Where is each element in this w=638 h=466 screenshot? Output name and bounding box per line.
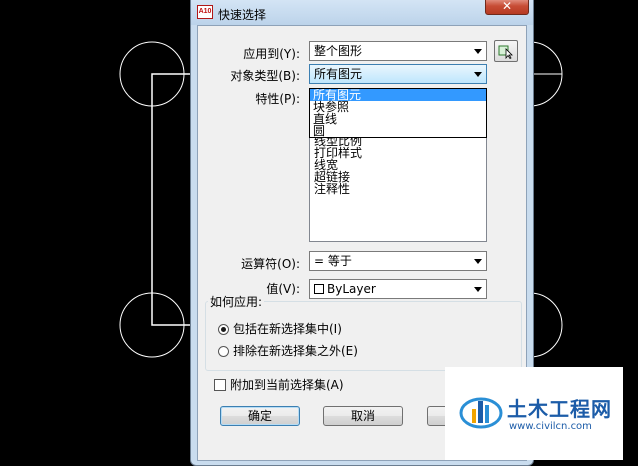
chevron-down-icon bbox=[474, 49, 482, 54]
append-option[interactable]: 附加到当前选择集(A) bbox=[214, 376, 344, 393]
object-type-dropdown-list[interactable]: 所有图元 块参照 直线 圆 bbox=[309, 88, 487, 138]
append-checkbox[interactable] bbox=[214, 379, 226, 391]
object-type-select[interactable]: 所有图元 bbox=[309, 64, 487, 84]
value-select[interactable]: ByLayer bbox=[309, 279, 487, 299]
include-option[interactable]: 包括在新选择集中(I) bbox=[218, 320, 342, 337]
chevron-down-icon bbox=[474, 259, 482, 264]
exclude-label: 排除在新选择集之外(E) bbox=[233, 344, 358, 358]
select-objects-button[interactable] bbox=[494, 40, 518, 62]
dropdown-option[interactable]: 直线 bbox=[310, 113, 486, 125]
color-swatch bbox=[314, 284, 324, 294]
watermark-url: www.civilcn.com bbox=[509, 421, 592, 432]
chevron-down-icon bbox=[474, 287, 482, 292]
operator-select[interactable]: = 等于 bbox=[309, 251, 487, 271]
dialog-title: 快速选择 bbox=[218, 8, 267, 22]
dropdown-option[interactable]: 圆 bbox=[310, 125, 486, 137]
ok-button[interactable]: 确定 bbox=[220, 406, 300, 426]
how-to-apply-title: 如何应用: bbox=[208, 293, 265, 310]
apply-to-select[interactable]: 整个图形 bbox=[309, 41, 487, 61]
exclude-radio[interactable] bbox=[218, 346, 229, 357]
apply-to-label: 应用到(Y): bbox=[243, 47, 300, 61]
civilcn-logo-icon bbox=[459, 397, 503, 429]
object-type-value: 所有图元 bbox=[314, 67, 363, 81]
autocad-app-icon: A10 bbox=[197, 5, 213, 19]
select-objects-icon bbox=[498, 45, 513, 59]
include-label: 包括在新选择集中(I) bbox=[233, 322, 342, 336]
object-type-label: 对象类型(B): bbox=[230, 69, 300, 83]
value-value: ByLayer bbox=[327, 282, 376, 296]
value-label: 值(V): bbox=[266, 282, 300, 296]
cancel-button[interactable]: 取消 bbox=[323, 406, 403, 426]
site-watermark: 土木工程网 www.civilcn.com bbox=[445, 367, 623, 460]
watermark-title: 土木工程网 bbox=[507, 397, 612, 421]
operator-value: = 等于 bbox=[314, 254, 352, 268]
close-button[interactable]: ✕ bbox=[485, 0, 529, 15]
operator-label: 运算符(O): bbox=[241, 257, 300, 271]
append-label: 附加到当前选择集(A) bbox=[230, 378, 344, 392]
exclude-option[interactable]: 排除在新选择集之外(E) bbox=[218, 342, 358, 359]
dialog-titlebar[interactable]: A10 快速选择 ✕ bbox=[191, 0, 533, 25]
properties-label: 特性(P): bbox=[255, 92, 300, 106]
include-radio[interactable] bbox=[218, 324, 229, 335]
chevron-down-icon bbox=[474, 72, 482, 77]
apply-to-value: 整个图形 bbox=[314, 44, 363, 58]
cad-line bbox=[151, 73, 190, 326]
list-item[interactable]: 注释性 bbox=[310, 183, 486, 195]
